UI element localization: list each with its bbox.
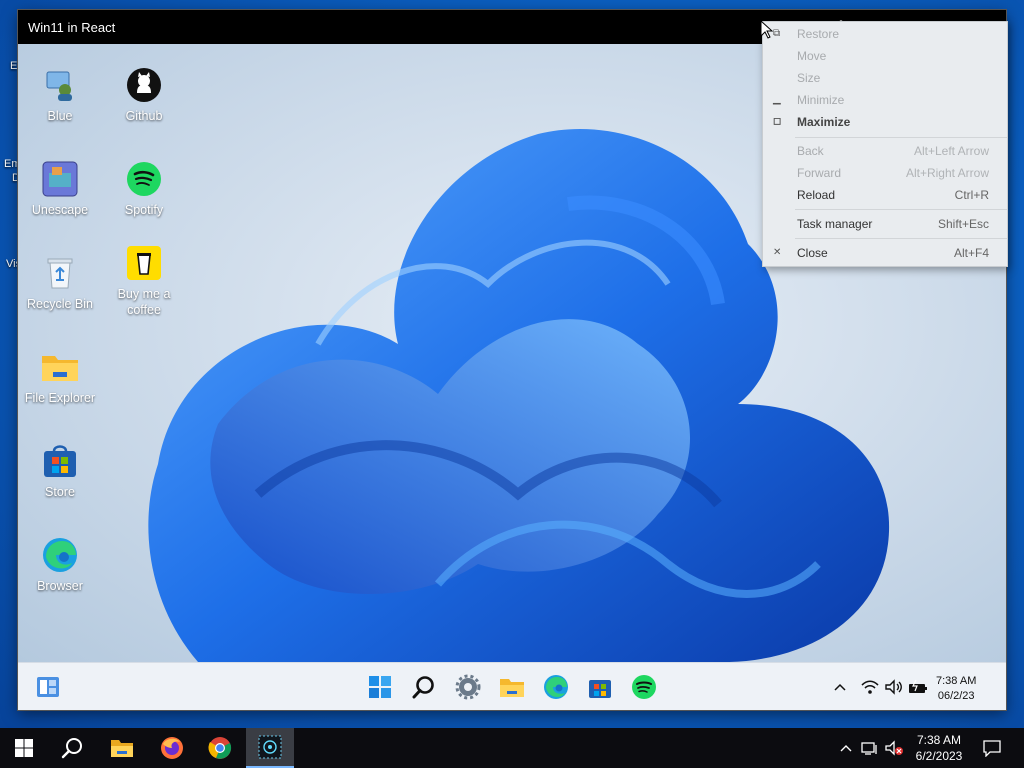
spotify-icon — [125, 160, 163, 198]
desktop-icon-blue[interactable]: Blue — [18, 66, 102, 124]
start-windows-icon[interactable] — [366, 673, 394, 701]
user-computer-icon — [41, 66, 79, 104]
desktop-icon-github[interactable]: Github — [102, 66, 186, 124]
restore-icon: ⧉ — [773, 28, 781, 39]
windows-start-icon[interactable] — [0, 728, 48, 768]
desktop-icon-label: Blue — [47, 109, 73, 123]
menu-item-maximize[interactable]: ◻ Maximize — [763, 111, 1009, 133]
desktop-icon-unescape[interactable]: Unescape — [18, 160, 102, 218]
github-icon — [125, 66, 163, 104]
desktop-icon-store[interactable]: Store — [18, 442, 102, 500]
desktop-icon-spotify[interactable]: Spotify — [102, 160, 186, 218]
menu-separator — [795, 209, 1007, 210]
network-icon[interactable] — [858, 728, 882, 768]
minimize-icon: ▁ — [773, 94, 781, 105]
menu-item-move[interactable]: Move — [763, 45, 1009, 67]
host-clock[interactable]: 7:38 AM 6/2/2023 — [900, 732, 978, 764]
chrome-icon[interactable] — [196, 728, 244, 768]
menu-item-task-manager[interactable]: Task manager Shift+Esc — [763, 213, 1009, 235]
desktop-icon-label: Spotify — [124, 203, 164, 217]
chevron-up-icon[interactable] — [826, 673, 854, 701]
menu-item-forward[interactable]: Forward Alt+Right Arrow — [763, 162, 1009, 184]
file-explorer-icon[interactable] — [498, 673, 526, 701]
host-clock-time: 7:38 AM — [916, 733, 962, 747]
search-icon[interactable] — [410, 673, 438, 701]
desktop-icon-buy-me-a-coffee[interactable]: Buy me a coffee — [102, 244, 186, 318]
host-taskbar: 7:38 AM 6/2/2023 — [0, 728, 1024, 768]
mouse-cursor-icon — [760, 20, 774, 39]
app-clock-date: 06/2/23 — [937, 690, 975, 702]
edge-browser-icon — [41, 536, 79, 574]
chevron-up-icon[interactable] — [834, 728, 858, 768]
file-explorer-icon[interactable] — [98, 728, 146, 768]
desktop-icon-browser[interactable]: Browser — [18, 536, 102, 594]
coffee-cup-icon — [125, 244, 163, 282]
desktop-icon-label: Github — [125, 109, 163, 123]
desktop-icon-label: Buy me a coffee — [117, 287, 171, 317]
desktop-icon-file-explorer[interactable]: File Explorer — [18, 348, 102, 406]
host-icon-label: E — [10, 60, 18, 72]
host-clock-date: 6/2/2023 — [915, 749, 963, 763]
menu-item-minimize[interactable]: ▁ Minimize — [763, 89, 1009, 111]
window-title: Win11 in React — [28, 20, 116, 35]
menu-separator — [795, 137, 1007, 138]
app-clock-time: 7:38 AM — [936, 675, 977, 687]
battery-icon[interactable] — [904, 673, 932, 701]
window-system-menu: ⧉ Restore Move Size ▁ Minimize ◻ Maximiz… — [762, 21, 1008, 267]
spotify-icon[interactable] — [630, 673, 658, 701]
menu-item-restore[interactable]: ⧉ Restore — [763, 23, 1009, 45]
menu-separator — [795, 238, 1007, 239]
desktop-icon-recycle-bin[interactable]: Recycle Bin — [18, 254, 102, 312]
desktop-icon-label: Recycle Bin — [27, 297, 93, 311]
menu-item-size[interactable]: Size — [763, 67, 1009, 89]
edge-browser-icon[interactable] — [542, 673, 570, 701]
close-icon: ✕ — [773, 247, 782, 258]
store-icon — [41, 442, 79, 480]
app-clock[interactable]: 7:38 AM 06/2/23 — [936, 674, 976, 704]
notifications-icon[interactable] — [968, 728, 1016, 768]
recycle-bin-icon — [41, 254, 79, 292]
firefox-icon[interactable] — [148, 728, 196, 768]
desktop-icon-label: Browser — [37, 579, 83, 593]
menu-item-reload[interactable]: Reload Ctrl+R — [763, 184, 1009, 206]
settings-gear-icon[interactable] — [454, 673, 482, 701]
store-icon[interactable] — [586, 673, 614, 701]
desktop-icon-label: Store — [45, 485, 75, 499]
widgets-icon[interactable] — [34, 673, 62, 701]
folder-icon — [41, 348, 79, 386]
desktop-icon-label: File Explorer — [24, 391, 96, 405]
app-taskbar: 7:38 AM 06/2/23 — [18, 662, 1006, 710]
win11-react-app-icon[interactable] — [246, 728, 294, 768]
menu-item-back[interactable]: Back Alt+Left Arrow — [763, 140, 1009, 162]
menu-item-close[interactable]: ✕ Close Alt+F4 — [763, 242, 1009, 264]
search-icon[interactable] — [48, 728, 96, 768]
unescape-game-icon — [41, 160, 79, 198]
desktop-icon-label: Unescape — [31, 203, 89, 217]
maximize-icon: ◻ — [773, 116, 782, 127]
